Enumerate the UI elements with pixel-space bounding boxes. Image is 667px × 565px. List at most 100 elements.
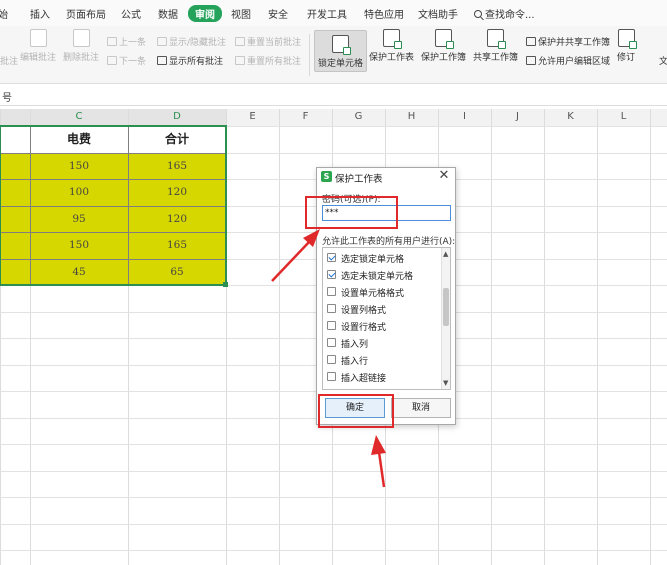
delete-comment-label: 删除批注 <box>63 53 100 63</box>
cell-electricity-5[interactable]: 45 <box>30 259 128 285</box>
lock-cell-label: 锁定单元格 <box>318 59 364 69</box>
share-workbook-label: 共享工作簿 <box>473 53 519 63</box>
prev-icon <box>107 37 117 46</box>
checkbox[interactable] <box>327 338 336 347</box>
permission-label: 设置列格式 <box>341 306 387 316</box>
checkbox[interactable] <box>327 287 336 296</box>
menu-item-doc-assistant[interactable]: 文档助手 <box>418 6 458 21</box>
column-header-d[interactable]: D <box>128 109 226 125</box>
column-header-f[interactable]: F <box>279 109 332 125</box>
prev-comment-button[interactable]: 上一条 <box>107 35 146 48</box>
header-cell-total[interactable]: 合计 <box>128 126 226 152</box>
protect-workbook-label: 保护工作簿 <box>421 53 467 63</box>
cancel-button[interactable]: 取消 <box>391 398 451 418</box>
protect-sheet-button[interactable]: 保护工作表 <box>369 29 414 63</box>
permissions-scrollbar[interactable]: ▲ ▼ <box>441 248 450 389</box>
cell-electricity-2[interactable]: 100 <box>30 179 128 205</box>
column-header-e[interactable]: E <box>226 109 279 125</box>
cell-electricity-4[interactable]: 150 <box>30 232 128 258</box>
checkbox-checked[interactable] <box>327 270 336 279</box>
close-icon[interactable]: ✕ <box>438 169 450 182</box>
prev-comment-label: 上一条 <box>119 38 147 48</box>
column-header-h[interactable]: H <box>385 109 438 125</box>
show-hide-comment-icon <box>157 37 167 46</box>
formula-bar[interactable]: 号 <box>0 86 667 106</box>
show-hide-comment-button[interactable]: 显示/隐藏批注 <box>157 35 226 48</box>
protect-workbook-button[interactable]: 保护工作簿 <box>421 29 466 63</box>
menu-item-special-apps[interactable]: 特色应用 <box>364 6 404 21</box>
cell-total-1[interactable]: 165 <box>128 153 226 179</box>
allow-user-edit-button[interactable]: 允许用户编辑区域 <box>526 54 610 67</box>
menu-item-insert[interactable]: 插入 <box>30 6 50 21</box>
lock-cell-icon <box>332 35 351 55</box>
menu-item-review[interactable]: 审阅 <box>188 5 222 22</box>
reset-all-comments-button[interactable]: 重置所有批注 <box>235 54 301 67</box>
scrollbar-thumb[interactable] <box>443 288 449 326</box>
cell-electricity-3[interactable]: 95 <box>30 206 128 232</box>
column-header-k[interactable]: K <box>544 109 597 125</box>
delete-comment-icon <box>72 29 90 47</box>
column-header-c[interactable]: C <box>30 109 128 125</box>
next-comment-button[interactable]: 下一条 <box>107 54 146 67</box>
revise-button[interactable]: 修订 <box>617 29 637 63</box>
delete-comment-button[interactable]: 删除批注 <box>63 29 99 63</box>
protect-sheet-icon <box>383 29 402 49</box>
ribbon-doc-partial[interactable]: 文 <box>659 54 667 67</box>
menu-item-formula[interactable]: 公式 <box>121 6 141 21</box>
protect-sheet-label: 保护工作表 <box>369 53 415 63</box>
password-highlight-box <box>305 196 398 229</box>
name-box[interactable]: 号 <box>2 89 12 104</box>
cell-total-3[interactable]: 120 <box>128 206 226 232</box>
scroll-up-icon[interactable]: ▲ <box>443 250 448 258</box>
protect-and-share-button[interactable]: 保护并共享工作簿 <box>526 35 610 48</box>
lock-cell-button[interactable]: 锁定单元格 <box>314 30 368 72</box>
next-icon <box>107 56 117 65</box>
menu-item-page-layout[interactable]: 页面布局 <box>66 6 106 21</box>
menu-item-start[interactable]: 始 <box>0 6 8 21</box>
cell-total-5[interactable]: 65 <box>128 259 226 285</box>
header-cell-electricity[interactable]: 电费 <box>30 126 128 152</box>
reset-all-comments-label: 重置所有批注 <box>247 57 302 67</box>
cell-total-4[interactable]: 165 <box>128 232 226 258</box>
permissions-list[interactable]: 选定锁定单元格 选定未锁定单元格 设置单元格格式 设置列格式 设置行格式 插入列 插入行 插入… <box>322 247 451 390</box>
dialog-title: 保护工作表 <box>335 174 383 185</box>
wps-logo-icon: S <box>321 171 332 182</box>
checkbox[interactable] <box>327 304 336 313</box>
ribbon-review: 批注 编辑批注 删除批注 上一条 下一条 显示/隐藏批注 显示所有批注 重置当前… <box>0 26 667 84</box>
show-hide-comment-label: 显示/隐藏批注 <box>169 38 227 48</box>
permissions-label: 允许此工作表的所有用户进行(A): <box>322 237 456 247</box>
edit-range-icon <box>526 56 536 65</box>
menu-item-security[interactable]: 安全 <box>268 6 288 21</box>
column-header-g[interactable]: G <box>332 109 385 125</box>
checkbox-checked[interactable] <box>327 253 336 262</box>
permission-label: 插入列 <box>341 340 369 350</box>
search-icon <box>474 10 482 18</box>
ribbon-comment-partial[interactable]: 批注 <box>0 54 18 67</box>
edit-comment-button[interactable]: 编辑批注 <box>20 29 56 63</box>
show-all-comments-button[interactable]: 显示所有批注 <box>157 54 223 67</box>
checkbox[interactable] <box>327 389 336 390</box>
next-comment-label: 下一条 <box>119 57 147 67</box>
menu-item-data[interactable]: 数据 <box>158 6 178 21</box>
menu-item-developer[interactable]: 开发工具 <box>307 6 347 21</box>
protect-and-share-label: 保护并共享工作簿 <box>538 38 611 48</box>
checkbox[interactable] <box>327 321 336 330</box>
column-header-l[interactable]: L <box>597 109 650 125</box>
checkbox[interactable] <box>327 372 336 381</box>
lock-icon <box>526 37 536 46</box>
column-header-i[interactable]: I <box>438 109 491 125</box>
share-workbook-icon <box>487 29 506 49</box>
checkbox[interactable] <box>327 355 336 364</box>
show-all-comments-icon <box>157 56 167 65</box>
scroll-down-icon[interactable]: ▼ <box>443 379 448 387</box>
column-header-j[interactable]: J <box>491 109 544 125</box>
reset-current-comment-button[interactable]: 重置当前批注 <box>235 35 301 48</box>
share-workbook-button[interactable]: 共享工作簿 <box>473 29 518 63</box>
permission-label: 删除列 <box>341 388 368 389</box>
dialog-titlebar[interactable]: S 保护工作表 ✕ <box>317 168 455 185</box>
command-search[interactable]: 查找命令... <box>474 6 535 21</box>
menu-bar: 始 插入 页面布局 公式 数据 审阅 视图 安全 开发工具 特色应用 文档助手 … <box>0 0 667 26</box>
cell-electricity-1[interactable]: 150 <box>30 153 128 179</box>
menu-item-view[interactable]: 视图 <box>231 6 251 21</box>
cell-total-2[interactable]: 120 <box>128 179 226 205</box>
